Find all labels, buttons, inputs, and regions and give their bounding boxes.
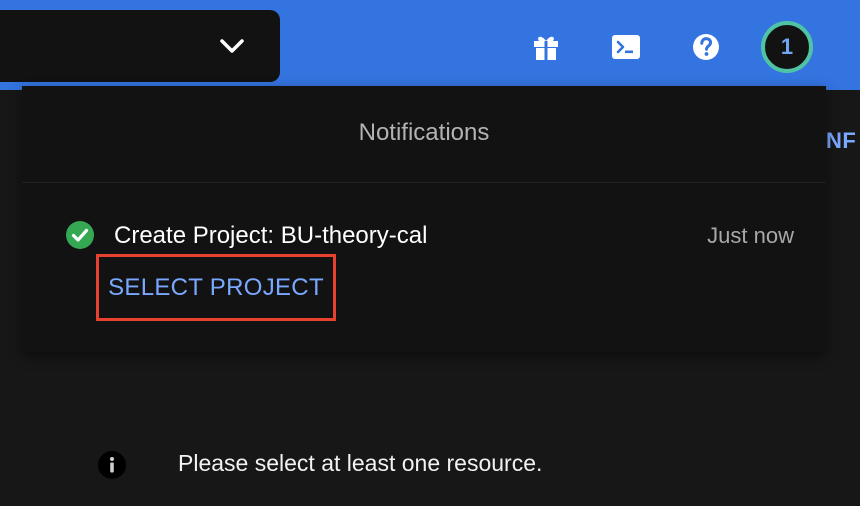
background-partial-text: NF [826,128,857,153]
terminal-icon[interactable] [609,30,643,64]
notifications-header: Notifications [22,86,826,183]
top-app-bar: 1 [0,0,860,90]
notifications-panel: Notifications Create Project: BU-theory-… [22,86,826,352]
account-avatar[interactable]: 1 [761,21,813,73]
avatar-label: 1 [780,34,794,59]
notifications-title: Notifications [358,119,490,146]
chevron-down-icon[interactable] [218,34,246,58]
gift-icon[interactable] [529,30,563,64]
project-picker[interactable] [0,10,280,82]
info-icon [98,451,126,479]
help-icon[interactable] [689,30,723,64]
select-project-button[interactable]: SELECT PROJECT [96,254,336,321]
check-circle-icon [66,221,94,249]
info-message: Please select at least one resource. [178,450,543,476]
notification-message: Create Project: BU-theory-cal [114,222,428,249]
notification-time: Just now [707,223,794,248]
